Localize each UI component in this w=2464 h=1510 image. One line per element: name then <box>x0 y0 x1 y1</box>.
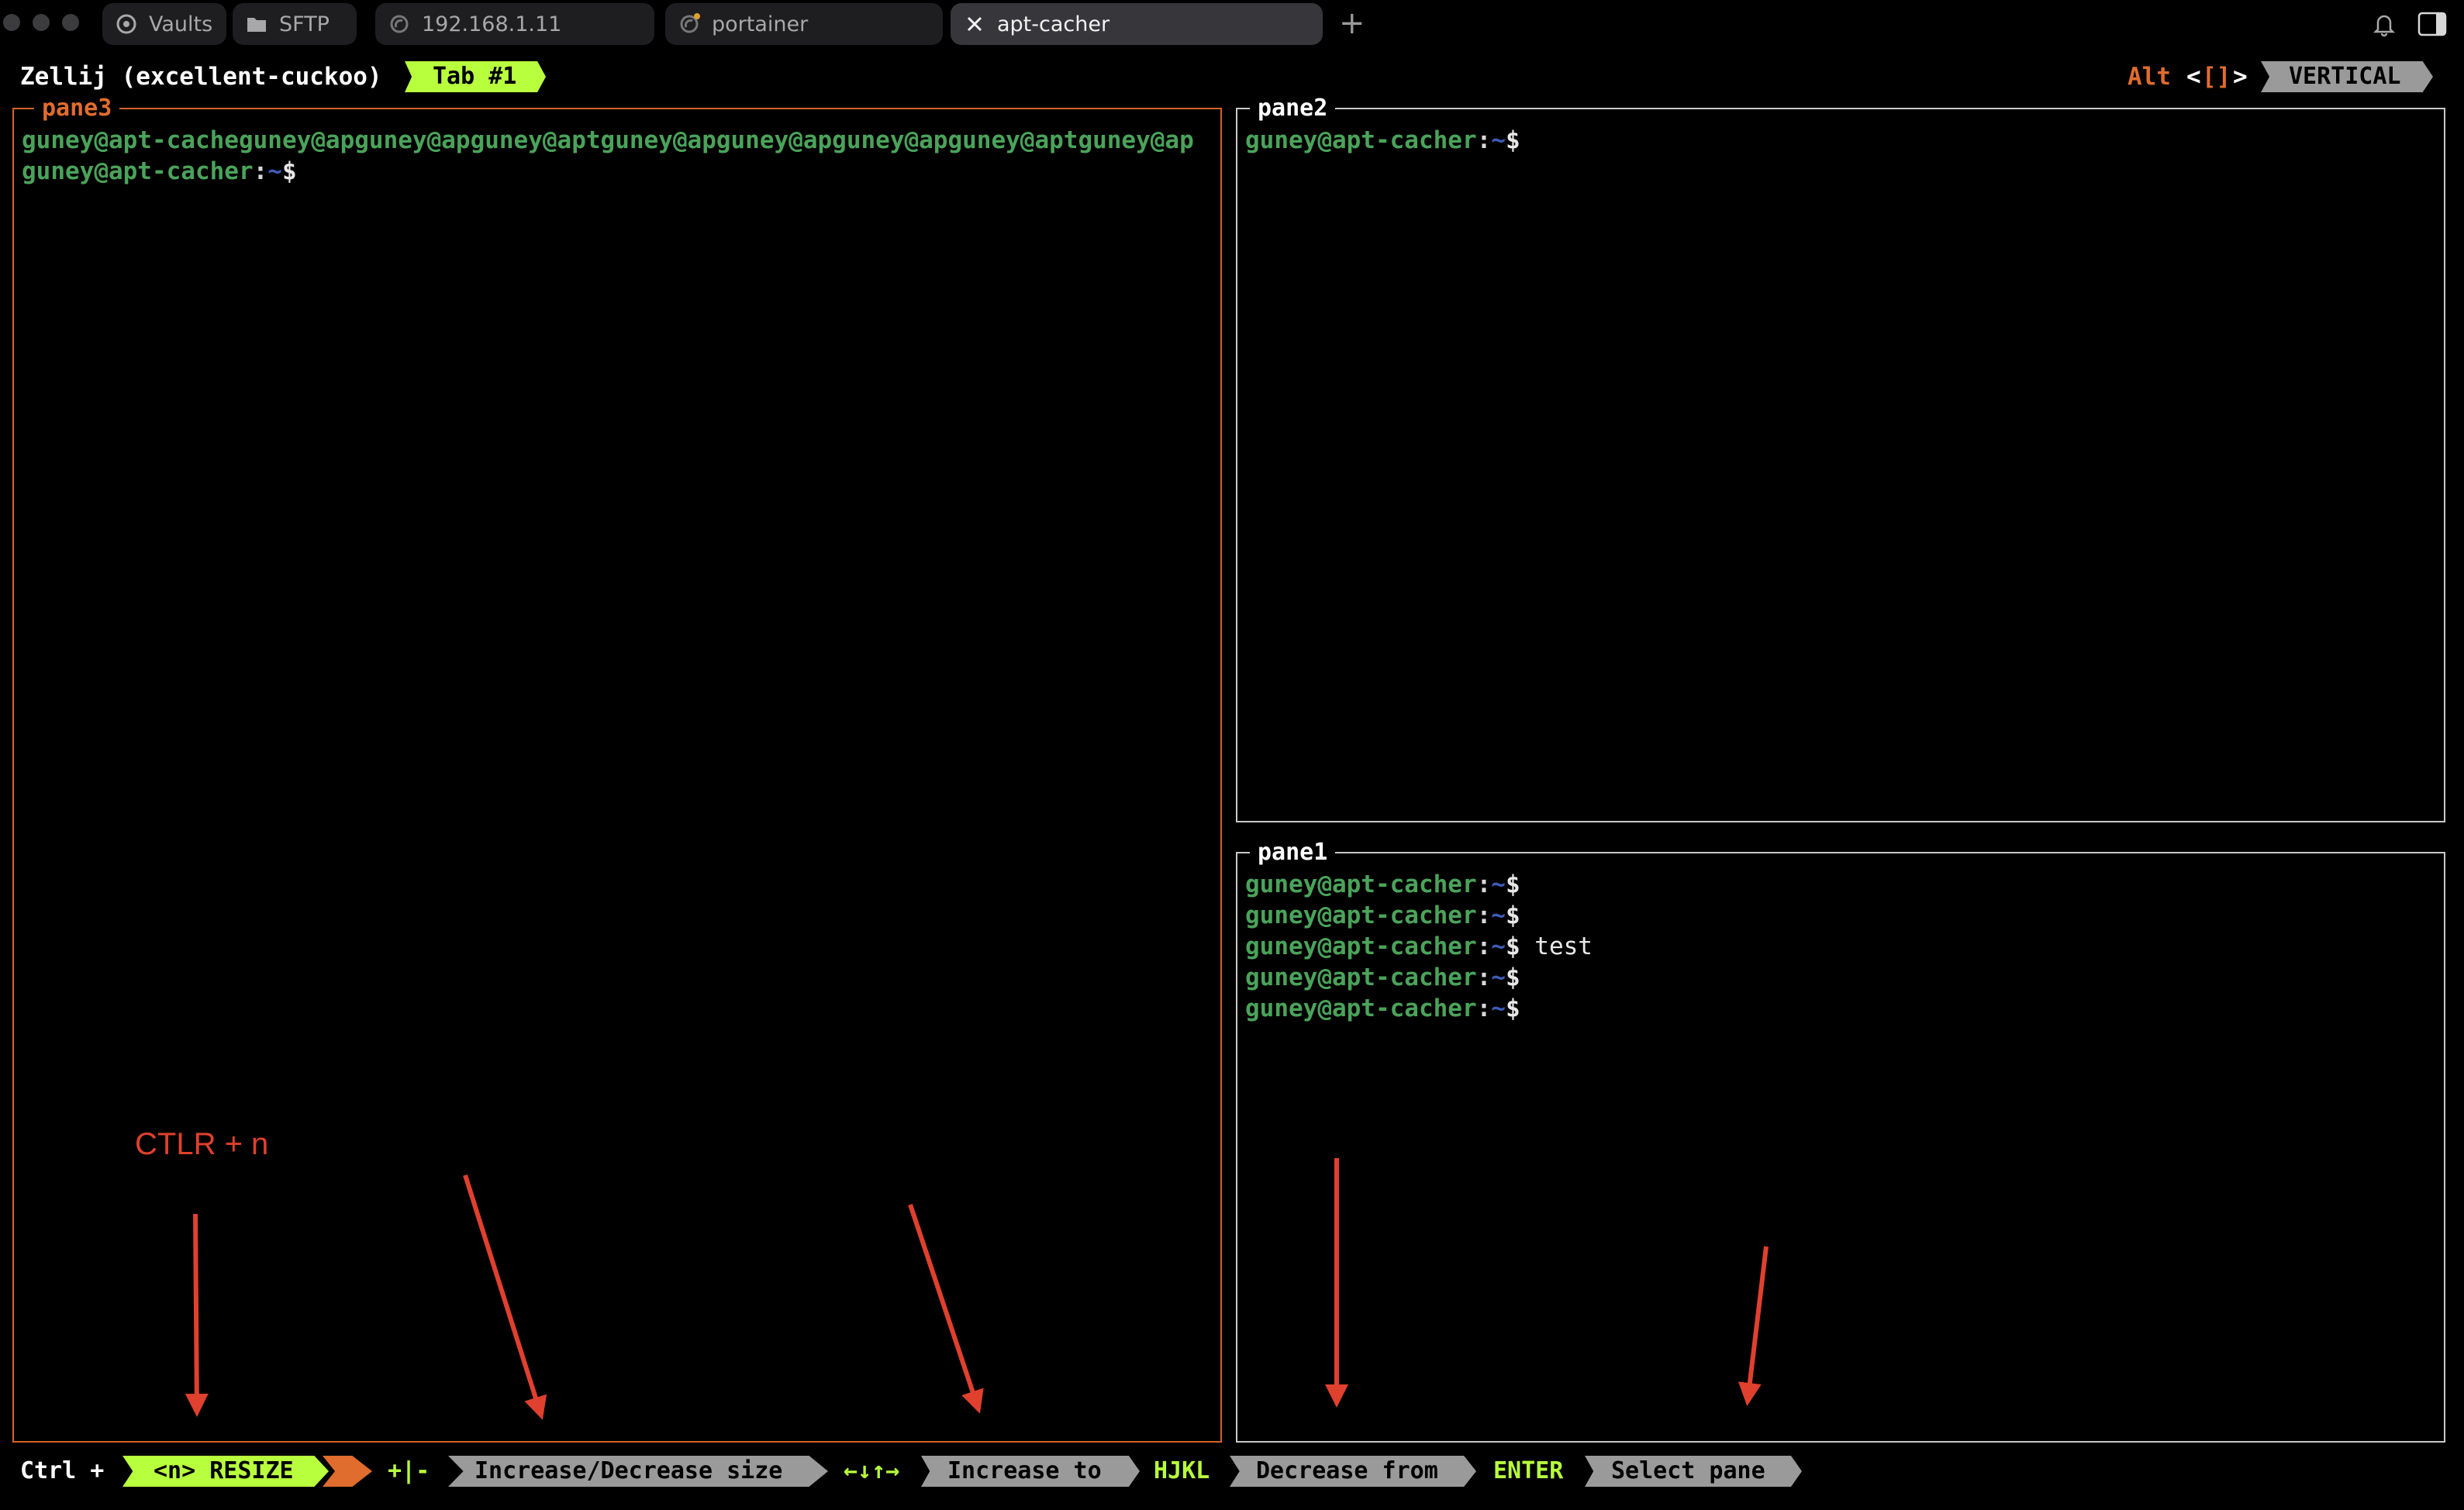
layout-swap-hint: [] <box>2202 63 2231 91</box>
hjkl-keys: HJKL <box>1154 1457 1210 1484</box>
hint-select-pane: Select pane <box>1585 1456 1802 1487</box>
pane-title: pane2 <box>1250 94 1336 123</box>
host-icon <box>678 12 701 36</box>
hint-increase-to: Increase to <box>921 1456 1140 1487</box>
enter-key: ENTER <box>1493 1457 1564 1484</box>
arrow-keys: ←↓↑→ <box>844 1457 900 1484</box>
sidebar-toggle-icon[interactable] <box>2417 11 2447 37</box>
zellij-tab-1[interactable]: Tab #1 <box>405 61 546 92</box>
window-zoom-dot[interactable] <box>62 14 79 31</box>
terminal-line: guney@apt-cacher:~$ <box>1245 995 1520 1022</box>
tab-label: Vaults <box>149 12 213 36</box>
annotation-label: CTLR + n <box>135 1127 269 1161</box>
layout-bracket-left: < <box>2186 63 2201 91</box>
tab-sftp[interactable]: SFTP <box>233 3 357 45</box>
tab-label: portainer <box>712 12 809 36</box>
alt-key-hint: Alt <box>2128 63 2171 91</box>
zellij-status-bar: Ctrl + <n> RESIZE +|- Increase/Decrease … <box>0 1456 2464 1490</box>
tab-portainer[interactable]: portainer <box>665 3 943 45</box>
terminal-line: guney@apt-cacher:~$ <box>22 157 297 185</box>
layout-bracket-right: > <box>2233 63 2248 91</box>
plus-minus-key: +|- <box>388 1457 430 1484</box>
tab-vaults[interactable]: Vaults <box>102 3 226 45</box>
terminal-pane-3[interactable]: pane3 guney@apt-cacheguney@apguney@apgun… <box>12 94 1222 1443</box>
vault-icon <box>115 12 138 36</box>
tab-label: SFTP <box>279 12 330 36</box>
tab-host-192-168-1-11[interactable]: 192.168.1.11 <box>375 3 654 45</box>
ctrl-modifier: Ctrl + <box>20 1457 105 1484</box>
hint-increase-decrease: Increase/Decrease size <box>448 1456 828 1487</box>
pane-title: pane1 <box>1250 838 1336 867</box>
new-tab-button[interactable]: + <box>1339 6 1365 40</box>
app-titlebar: Vaults SFTP 192.168.1.11 portainer apt-c… <box>0 0 2464 48</box>
terminal-line: guney@apt-cacheguney@apguney@apguney@apt… <box>22 126 1194 154</box>
bell-icon[interactable] <box>2371 11 2397 37</box>
tab-label: apt-cacher <box>997 12 1110 36</box>
pane-title: pane3 <box>34 94 120 123</box>
layout-mode-badge[interactable]: VERTICAL <box>2261 61 2433 92</box>
folder-icon <box>245 12 268 36</box>
terminal-line: guney@apt-cacher:~$ <box>1245 870 1520 898</box>
resize-mode-badge[interactable]: <n> RESIZE <box>123 1456 329 1487</box>
session-name: Zellij (excellent-cuckoo) <box>20 63 382 91</box>
terminal-pane-2[interactable]: pane2 guney@apt-cacher:~$ <box>1236 94 2445 822</box>
terminal-line: guney@apt-cacher:~$ <box>1245 964 1520 991</box>
tab-apt-cacher[interactable]: apt-cacher <box>951 3 1323 45</box>
terminal-line: guney@apt-cacher:~$ test <box>1245 933 1593 960</box>
terminal-pane-1[interactable]: pane1 guney@apt-cacher:~$ guney@apt-cach… <box>1236 838 2445 1443</box>
host-icon <box>388 12 411 36</box>
window-minimize-dot[interactable] <box>33 14 50 31</box>
tab-label: 192.168.1.11 <box>422 12 562 36</box>
window-close-dot[interactable] <box>3 14 20 31</box>
terminal-line: guney@apt-cacher:~$ <box>1245 902 1520 929</box>
mode-separator <box>323 1456 372 1487</box>
close-icon[interactable] <box>963 12 986 36</box>
terminal-line: guney@apt-cacher:~$ <box>1245 126 1520 154</box>
hint-decrease-from: Decrease from <box>1230 1456 1476 1487</box>
